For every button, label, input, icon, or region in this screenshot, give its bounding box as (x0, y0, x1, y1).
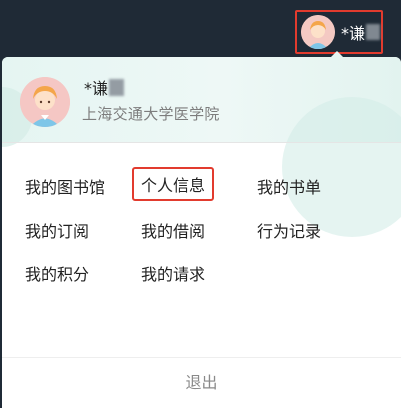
redacted-name-blur (366, 24, 381, 40)
footer-divider (2, 357, 401, 358)
menu-item-my-subscriptions[interactable]: 我的订阅 (25, 218, 89, 242)
redacted-name-blur (109, 78, 125, 96)
top-user-name-text: *谦 (341, 24, 366, 43)
menu-item-activity-log[interactable]: 行为记录 (257, 218, 321, 242)
avatar (301, 15, 335, 49)
user-dropdown-panel: *谦 上海交通大学医学院 我的图书馆 个人信息 我的书单 我的订阅 我的借阅 行… (2, 57, 401, 408)
menu-item-my-points[interactable]: 我的积分 (25, 261, 89, 285)
menu-item-personal-info[interactable]: 个人信息 (132, 167, 215, 201)
profile-organization: 上海交通大学医学院 (82, 105, 220, 123)
menu-item-my-borrowing[interactable]: 我的借阅 (141, 218, 205, 242)
top-user-name: *谦 (341, 20, 381, 44)
profile-name-text: *谦 (84, 79, 109, 98)
profile-avatar (20, 77, 70, 127)
decorative-circle (282, 97, 401, 237)
header-divider (2, 142, 401, 143)
profile-name: *谦 (84, 75, 125, 99)
logout-button[interactable]: 退出 (2, 369, 401, 393)
top-navigation-bar: *谦 (0, 0, 401, 58)
menu-item-my-requests[interactable]: 我的请求 (141, 261, 205, 285)
menu-item-my-booklist[interactable]: 我的书单 (257, 174, 321, 198)
profile-header: *谦 上海交通大学医学院 (2, 57, 401, 237)
user-menu-toggle[interactable]: *谦 (295, 10, 383, 54)
menu-item-my-library[interactable]: 我的图书馆 (25, 174, 105, 198)
